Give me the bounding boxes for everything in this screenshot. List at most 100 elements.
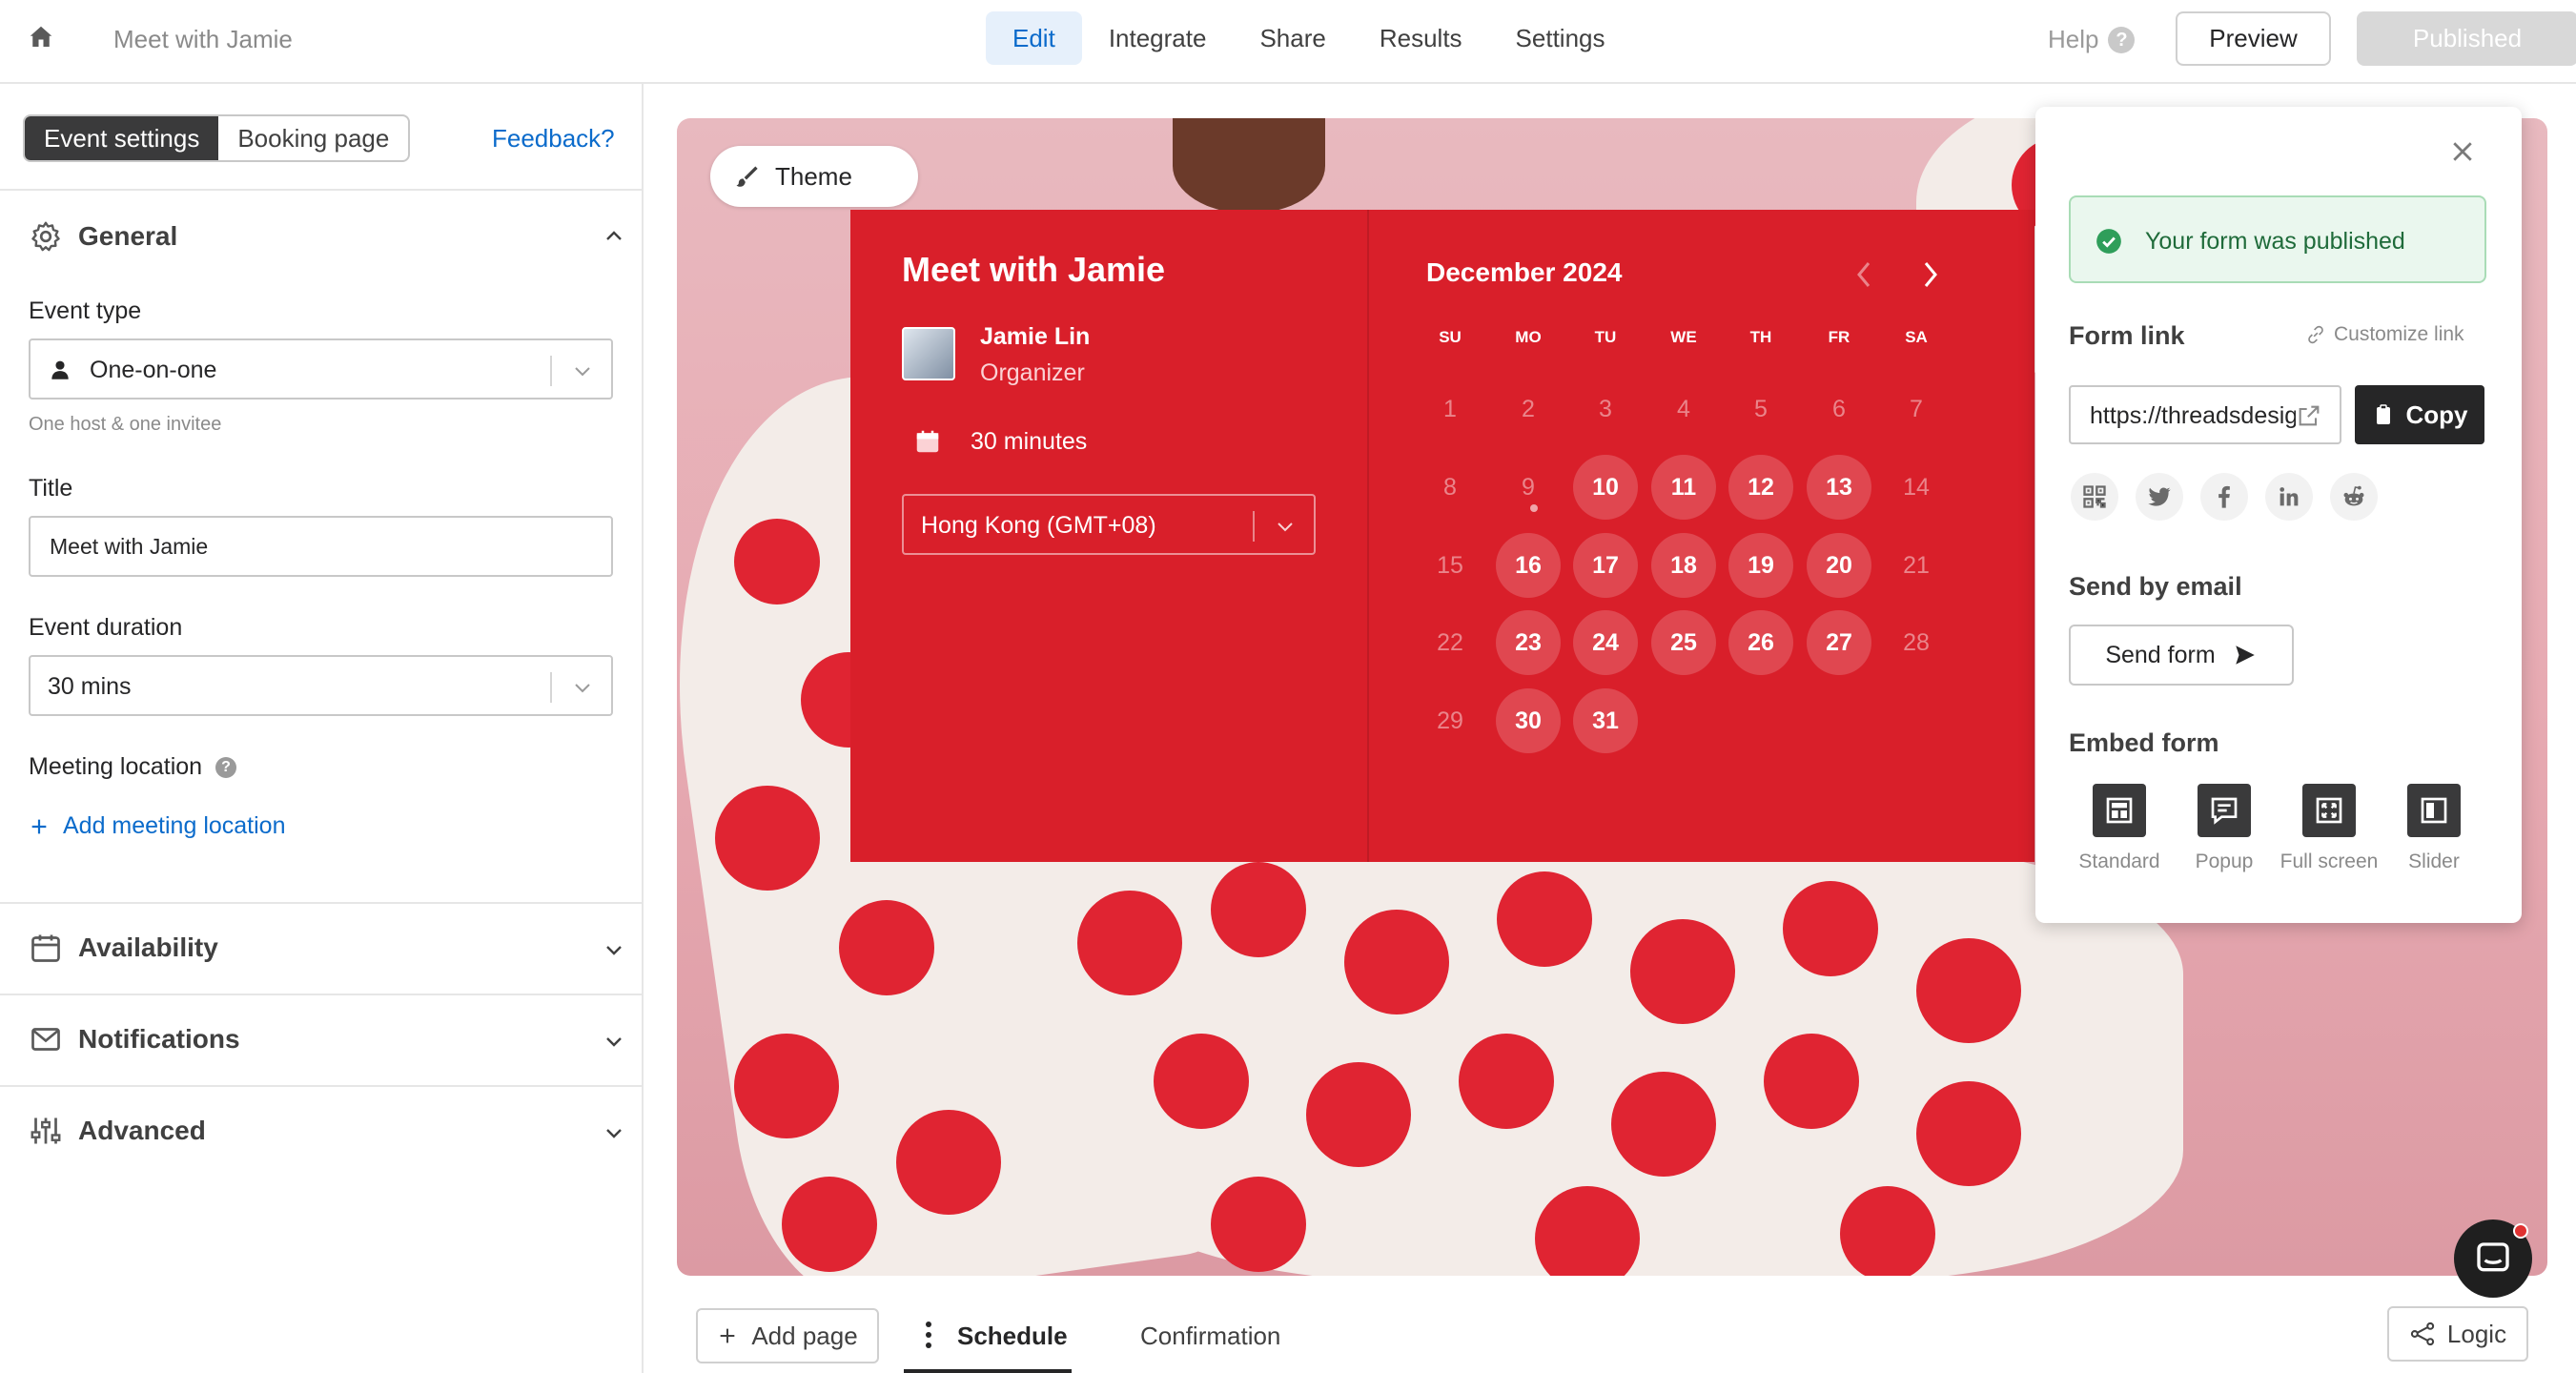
help-link[interactable]: Help ? (2048, 25, 2136, 54)
tab-booking-page[interactable]: Booking page (218, 116, 408, 160)
weekday-tu: TU (1594, 328, 1617, 346)
send-form-button[interactable]: Send form (2069, 625, 2294, 686)
calendar-icon (31, 934, 60, 962)
facebook-button[interactable] (2200, 473, 2248, 521)
nav-edit[interactable]: Edit (986, 11, 1082, 65)
chevron-down-icon[interactable] (603, 938, 625, 961)
section-availability-header[interactable]: Availability (29, 931, 218, 965)
tab-event-settings[interactable]: Event settings (25, 116, 219, 160)
twitter-button[interactable] (2136, 473, 2183, 521)
host-name: Jamie Lin (980, 323, 1091, 350)
tab-schedule[interactable]: Schedule (957, 1322, 1068, 1351)
theme-button[interactable]: Theme (710, 146, 918, 207)
title-input[interactable]: Meet with Jamie (29, 516, 613, 577)
add-page-button[interactable]: Add page (696, 1308, 879, 1363)
chevron-up-icon[interactable] (603, 225, 625, 248)
plus-icon (31, 819, 47, 833)
logic-label: Logic (2446, 1319, 2507, 1348)
title-label: Title (29, 475, 73, 502)
calendar-day[interactable]: 11 (1651, 455, 1716, 520)
section-advanced-title: Advanced (78, 1116, 206, 1145)
section-general-header[interactable]: General (29, 219, 177, 254)
feedback-link[interactable]: Feedback? (492, 124, 615, 154)
calendar-day[interactable]: 18 (1651, 533, 1716, 598)
embed-slider[interactable]: Slider (2377, 784, 2491, 873)
published-message: Your form was published (2145, 228, 2405, 255)
info-icon[interactable]: ? (215, 756, 237, 778)
theme-label: Theme (775, 161, 852, 191)
send-by-email-label: Send by email (2069, 572, 2242, 601)
chevron-down-icon[interactable] (603, 1030, 625, 1053)
embed-popup[interactable]: Popup (2167, 784, 2281, 873)
embed-full-screen[interactable]: Full screen (2272, 784, 2386, 873)
nav-results[interactable]: Results (1353, 11, 1489, 65)
calendar-day[interactable]: 30 (1496, 688, 1561, 753)
embed-slider-label: Slider (2408, 850, 2460, 872)
calendar-day[interactable]: 25 (1651, 610, 1716, 675)
external-link-icon[interactable] (2296, 402, 2322, 429)
calendar-day: 6 (1832, 396, 1846, 422)
timezone-value: Hong Kong (GMT+08) (921, 512, 1156, 539)
prev-month-button[interactable] (1853, 259, 1874, 290)
event-title: Meet with Jamie (902, 250, 1166, 289)
event-type-select[interactable]: One-on-one (29, 338, 613, 400)
next-month-button[interactable] (1920, 259, 1941, 290)
form-link-input[interactable]: https://threadsdesign (2069, 385, 2341, 444)
tab-confirmation[interactable]: Confirmation (1140, 1322, 1280, 1351)
calendar-day[interactable]: 16 (1496, 533, 1561, 598)
divider (0, 189, 644, 191)
copy-button[interactable]: Copy (2355, 385, 2484, 444)
customize-link[interactable]: Customize link (2305, 323, 2464, 346)
calendar-day[interactable]: 19 (1728, 533, 1793, 598)
calendar-day[interactable]: 13 (1807, 455, 1871, 520)
published-button[interactable]: Published (2357, 11, 2576, 66)
full-screen-embed-icon (2302, 784, 2356, 837)
duration-select[interactable]: 30 mins (29, 655, 613, 716)
reddit-icon (2343, 485, 2364, 506)
calendar-day[interactable]: 26 (1728, 610, 1793, 675)
timezone-select[interactable]: Hong Kong (GMT+08) (902, 494, 1316, 555)
calendar-day[interactable]: 27 (1807, 610, 1871, 675)
calendar-day[interactable]: 17 (1573, 533, 1638, 598)
home-icon[interactable] (27, 23, 55, 51)
host-role: Organizer (980, 359, 1085, 386)
sliders-icon (31, 1117, 61, 1144)
published-banner: Your form was published (2069, 195, 2486, 283)
nav-settings[interactable]: Settings (1489, 11, 1632, 65)
twitter-icon (2148, 487, 2171, 506)
section-notifications-header[interactable]: Notifications (29, 1022, 240, 1056)
calendar-day[interactable]: 10 (1573, 455, 1638, 520)
calendar-day[interactable]: 23 (1496, 610, 1561, 675)
calendar-day: 8 (1443, 474, 1457, 501)
logic-button[interactable]: Logic (2387, 1306, 2528, 1362)
calendar-month: December 2024 (1426, 257, 1623, 287)
add-meeting-location[interactable]: Add meeting location (29, 812, 285, 840)
calendar-day: 9 (1522, 474, 1535, 501)
embed-full-screen-label: Full screen (2280, 850, 2379, 872)
calendar-day[interactable]: 24 (1573, 610, 1638, 675)
calendar-day[interactable]: 31 (1573, 688, 1638, 753)
embed-standard-label: Standard (2078, 850, 2160, 872)
popup-embed-icon (2198, 784, 2251, 837)
weekday-su: SU (1439, 328, 1462, 346)
select-separator (1253, 511, 1255, 542)
embed-standard[interactable]: Standard (2062, 784, 2177, 873)
nav-integrate[interactable]: Integrate (1082, 11, 1234, 65)
preview-button[interactable]: Preview (2176, 11, 2331, 66)
nav-share[interactable]: Share (1233, 11, 1352, 65)
link-icon (2308, 325, 2323, 344)
form-title[interactable]: Meet with Jamie (113, 25, 293, 54)
calendar-day[interactable]: 12 (1728, 455, 1793, 520)
linkedin-button[interactable] (2265, 473, 2313, 521)
chevron-down-icon[interactable] (603, 1121, 625, 1144)
close-icon[interactable] (2448, 137, 2477, 166)
qr-code-button[interactable] (2071, 473, 2118, 521)
section-availability-title: Availability (78, 932, 218, 962)
check-circle-icon (2096, 229, 2121, 254)
more-options-icon[interactable] (925, 1321, 932, 1349)
select-separator (550, 356, 552, 386)
section-advanced-header[interactable]: Advanced (29, 1114, 206, 1148)
reddit-button[interactable] (2330, 473, 2378, 521)
divider (0, 1085, 644, 1087)
calendar-day[interactable]: 20 (1807, 533, 1871, 598)
